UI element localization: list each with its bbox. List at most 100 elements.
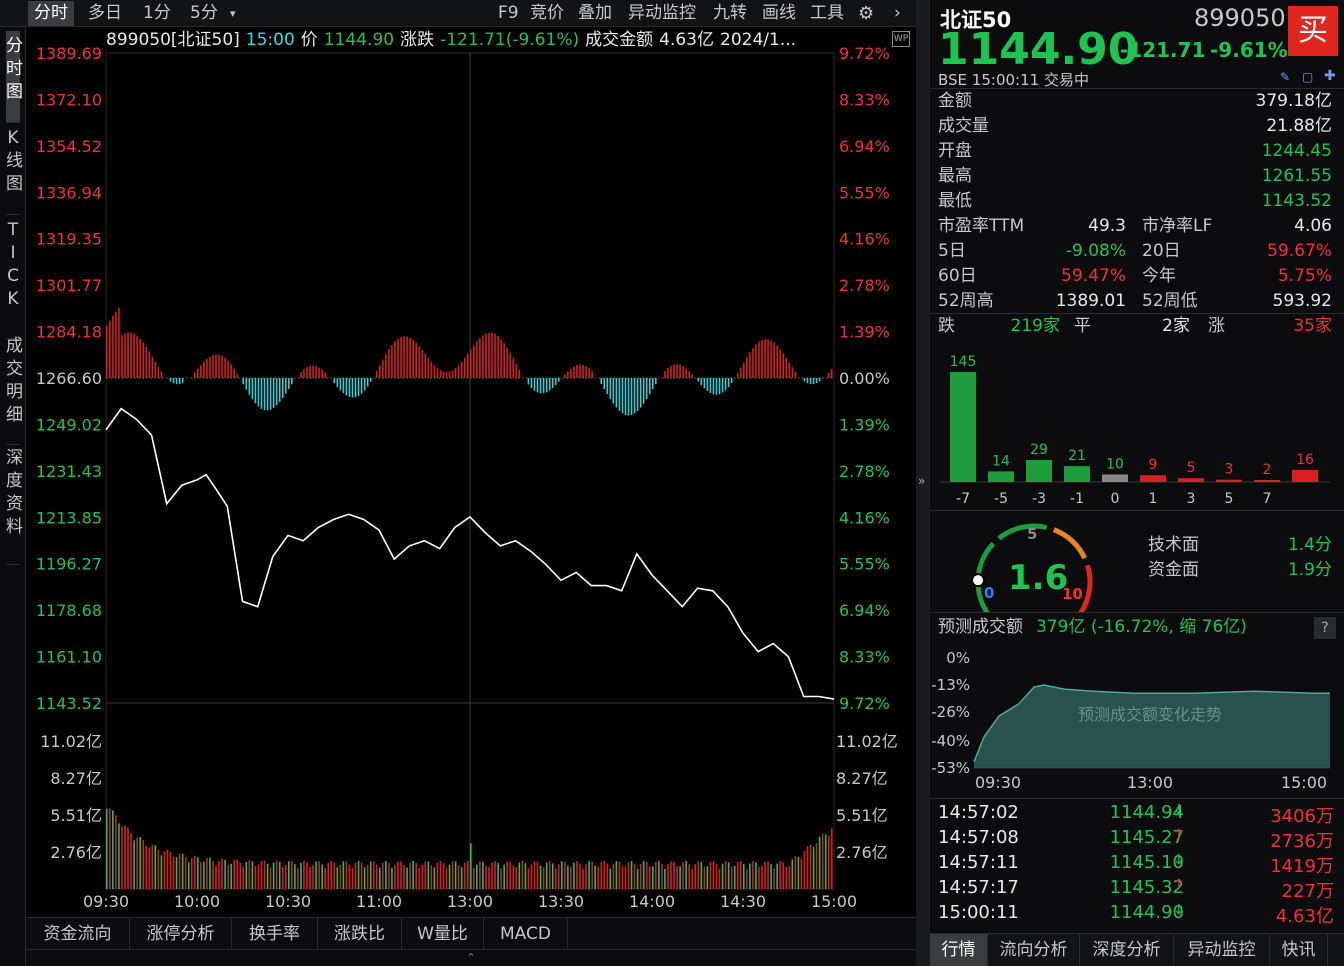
vtab-depth-data[interactable]: 深度资料 — [6, 445, 23, 565]
btab-w-volume-ratio[interactable]: W量比 — [402, 918, 484, 950]
tab-1min[interactable]: 1分 — [137, 1, 177, 26]
intraday-chart[interactable]: 1389.69 9.72% 1372.10 8.33% 1354.52 6.94% 1336… — [26, 27, 916, 917]
flow-bar-inflow — [567, 371, 569, 379]
tool-overlay[interactable]: 叠加 — [578, 1, 612, 26]
volume-bar — [251, 861, 254, 889]
gauge-pointer — [971, 573, 986, 588]
flow-bar-outflow — [730, 378, 733, 383]
tool-anomaly-monitor[interactable]: 异动监控 — [628, 1, 696, 26]
rtab-quote[interactable]: 行情 — [930, 934, 988, 966]
chevron-right-icon[interactable]: › — [894, 1, 901, 26]
flow-bar-inflow — [500, 339, 502, 379]
flow-bar-inflow — [109, 320, 111, 379]
tab-multi-day[interactable]: 多日 — [82, 1, 128, 26]
volume-bar — [330, 860, 333, 889]
period-dropdown-icon[interactable]: ▾ — [230, 1, 236, 26]
flow-bar-inflow — [739, 367, 742, 379]
flow-bar-inflow — [460, 361, 463, 379]
price-tick-label: 1143.52 — [36, 694, 102, 713]
volume-tick-label-right: 8.27亿 — [836, 769, 888, 788]
volume-bar — [803, 850, 806, 889]
volume-bar — [524, 863, 527, 889]
flow-bar-outflow — [648, 378, 651, 395]
gear-icon[interactable]: ⚙ — [858, 1, 874, 26]
volume-bar — [812, 846, 815, 889]
volume-bar — [154, 845, 157, 889]
tool-auction[interactable]: 竞价 — [530, 1, 564, 26]
forecast-help-button[interactable]: ? — [1314, 617, 1336, 639]
volume-bar — [291, 860, 293, 889]
flow-bar-inflow — [236, 373, 239, 379]
stat-value: 379.18亿 — [1255, 91, 1332, 111]
flow-bar-outflow — [245, 378, 248, 390]
vtab-trade-details[interactable]: 成交明细 — [6, 333, 23, 445]
pct-tick-label: 1.39% — [839, 323, 890, 342]
tab-5min[interactable]: 5分 — [184, 1, 224, 26]
btab-fund-flow[interactable]: 资金流向 — [26, 918, 130, 950]
vtab-tick[interactable]: TICK — [6, 217, 20, 339]
btab-advance-decline[interactable]: 涨跌比 — [318, 918, 402, 950]
volume-bar — [354, 862, 357, 889]
flow-bar-outflow — [357, 378, 360, 396]
volume-bar — [163, 851, 166, 889]
tick-volume: 2736万 — [1270, 831, 1334, 852]
volume-bar — [382, 862, 384, 889]
btab-limit-analysis[interactable]: 涨停分析 — [130, 918, 232, 950]
volume-bar — [266, 863, 269, 889]
volume-bar — [424, 861, 427, 889]
volume-bar — [627, 862, 630, 889]
vtab-intraday-chart[interactable]: 分时图 — [6, 31, 23, 123]
stat2-value-right: 5.75% — [1277, 266, 1332, 286]
volume-bar — [427, 861, 430, 889]
flow-bar-outflow — [815, 378, 818, 384]
info-amount: 4.63亿 — [659, 30, 714, 50]
pct-tick-label: 0.00% — [839, 369, 890, 388]
breadth-up-label: 涨 — [1208, 316, 1225, 336]
tool-f9[interactable]: F9 — [498, 1, 519, 26]
flow-bar-outflow — [284, 378, 287, 394]
btab-turnover[interactable]: 换手率 — [232, 918, 318, 950]
watermark-wp-icon[interactable]: WP — [892, 31, 910, 47]
flow-bar-inflow — [115, 311, 117, 379]
tab-intraday[interactable]: 分时 — [28, 1, 74, 26]
add-icon[interactable]: ✚ — [1324, 68, 1336, 84]
chevron-right-icon[interactable]: » — [918, 474, 925, 488]
left-vertical-tabs: 分时图 K线图 TICK 成交明细 深度资料 — [0, 27, 26, 966]
tool-nine-turn[interactable]: 九转 — [713, 1, 747, 26]
flow-bar-inflow — [385, 354, 387, 379]
flow-bar-outflow — [718, 378, 721, 395]
dist-bar-label: 2 — [1263, 462, 1272, 478]
price-tick-label: 1249.02 — [36, 415, 102, 434]
tool-tools[interactable]: 工具 — [810, 1, 844, 26]
volume-bar — [764, 861, 766, 889]
window-icon[interactable]: ▢ — [1302, 70, 1313, 84]
btab-macd[interactable]: MACD — [484, 918, 568, 950]
volume-bar — [585, 864, 587, 889]
buy-button[interactable]: 买 — [1288, 6, 1338, 56]
volume-bar — [178, 853, 181, 889]
volume-tick-label: 5.51亿 — [50, 806, 102, 825]
flow-bar-inflow — [764, 339, 766, 379]
volume-bar — [421, 864, 424, 889]
rtab-news[interactable]: 快讯 — [1270, 934, 1328, 966]
rtab-flow-analysis[interactable]: 流向分析 — [988, 934, 1080, 966]
flow-bar-inflow — [736, 373, 739, 379]
flow-bar-inflow — [579, 364, 581, 379]
volume-bar — [121, 826, 123, 889]
panel-splitter[interactable]: » — [916, 0, 930, 966]
volume-bar — [500, 868, 502, 889]
flow-bar-outflow — [536, 378, 539, 393]
rtab-depth-analysis[interactable]: 深度分析 — [1080, 934, 1174, 966]
rtab-anomaly-monitor[interactable]: 异动监控 — [1174, 934, 1270, 966]
flow-bar-inflow — [497, 336, 499, 379]
stat2-label-right: 市净率LF — [1142, 216, 1213, 236]
expand-panel-chevron-up-icon[interactable]: ⌃ — [26, 949, 916, 966]
vtab-kline-chart[interactable]: K线图 — [6, 125, 23, 215]
edit-icon[interactable]: ✎ — [1280, 70, 1290, 84]
stat2-value-right: 59.67% — [1267, 241, 1332, 261]
dist-bar-label: 16 — [1296, 452, 1314, 468]
dist-x-tick: -5 — [994, 491, 1008, 507]
tool-draw-line[interactable]: 画线 — [762, 1, 796, 26]
tick-direction-icon: ↑ — [1173, 877, 1185, 893]
chart-toolbar: 分时 多日 1分 5分 ▾ F9 竞价 叠加 异动监控 九转 画线 工具 ⚙ › — [0, 0, 916, 27]
